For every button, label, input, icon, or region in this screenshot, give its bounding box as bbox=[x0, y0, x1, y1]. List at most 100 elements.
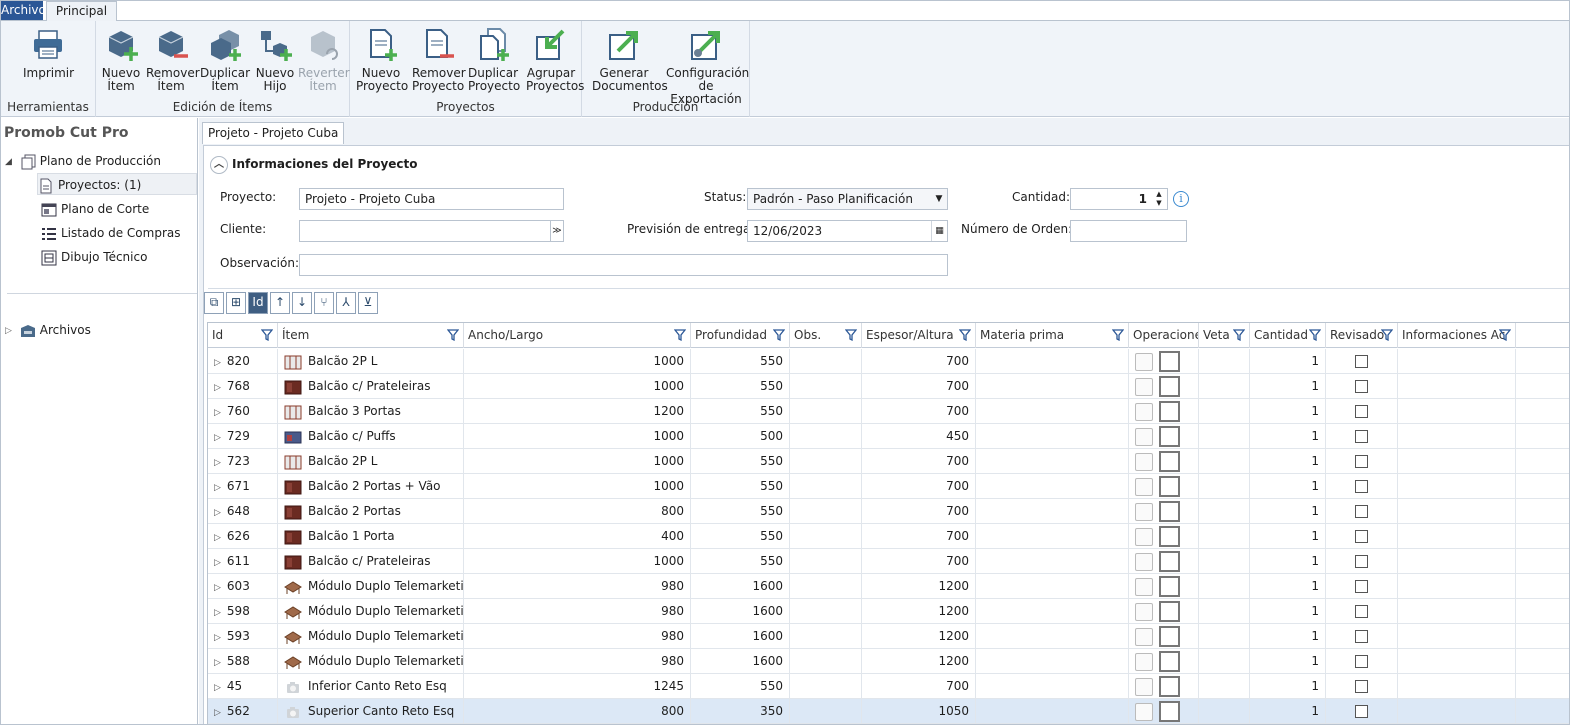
cell-obs[interactable] bbox=[790, 349, 862, 374]
cell-item-container[interactable]: Balcão 2 Portas + Vão bbox=[278, 474, 464, 499]
cell-ancho[interactable]: 800 bbox=[464, 499, 691, 524]
cell-operaciones[interactable] bbox=[1129, 599, 1199, 624]
cell-id-container[interactable]: ▷ 598 bbox=[208, 599, 278, 624]
cell-id-container[interactable]: ▷ 729 bbox=[208, 424, 278, 449]
cell-veta[interactable] bbox=[1199, 549, 1250, 574]
cell-ancho[interactable]: 980 bbox=[464, 574, 691, 599]
cell-revisado[interactable] bbox=[1326, 474, 1398, 499]
tree-node-archivos[interactable]: ▷ Archivos bbox=[5, 319, 91, 341]
filter-icon[interactable] bbox=[1309, 329, 1321, 341]
cell-informaciones[interactable] bbox=[1398, 699, 1516, 724]
expand-row-icon[interactable]: ▷ bbox=[214, 501, 221, 524]
cell-ancho[interactable]: 800 bbox=[464, 699, 691, 724]
cell-cantidad[interactable]: 1 bbox=[1250, 624, 1326, 649]
filter-icon[interactable] bbox=[773, 329, 785, 341]
cell-id-container[interactable]: ▷ 768 bbox=[208, 374, 278, 399]
cell-veta[interactable] bbox=[1199, 499, 1250, 524]
cell-revisado[interactable] bbox=[1326, 599, 1398, 624]
cell-veta[interactable] bbox=[1199, 674, 1250, 699]
cell-revisado[interactable] bbox=[1326, 524, 1398, 549]
cell-operaciones[interactable] bbox=[1129, 699, 1199, 724]
table-row[interactable]: ▷ 648 Balcão 2 Portas 800 550 700 1 bbox=[208, 499, 1569, 524]
cell-materia-prima[interactable] bbox=[976, 424, 1129, 449]
new-child-button[interactable]: Nuevo Hijo bbox=[250, 27, 300, 93]
cell-cantidad[interactable]: 1 bbox=[1250, 424, 1326, 449]
cell-ancho[interactable]: 980 bbox=[464, 649, 691, 674]
table-row[interactable]: ▷ 593 Módulo Duplo Telemarketing 980 1600 120… bbox=[208, 624, 1569, 649]
cell-id-container[interactable]: ▷ 588 bbox=[208, 649, 278, 674]
filter-icon[interactable] bbox=[447, 329, 459, 341]
cell-cantidad[interactable]: 1 bbox=[1250, 474, 1326, 499]
collapse-chevron-icon[interactable]: ︿ bbox=[210, 155, 228, 174]
revisado-checkbox[interactable] bbox=[1355, 655, 1368, 668]
file-tab[interactable]: Archivo bbox=[1, 1, 46, 20]
move-up-icon[interactable]: ↑ bbox=[270, 292, 290, 314]
cell-ancho[interactable]: 980 bbox=[464, 599, 691, 624]
cell-veta[interactable] bbox=[1199, 524, 1250, 549]
column-header[interactable]: Informaciones Ac bbox=[1398, 323, 1516, 348]
project-field[interactable]: Projeto - Projeto Cuba bbox=[299, 188, 564, 210]
revisado-checkbox[interactable] bbox=[1355, 630, 1368, 643]
cell-id-container[interactable]: ▷ 45 bbox=[208, 674, 278, 699]
cell-espesor[interactable]: 1200 bbox=[862, 574, 976, 599]
cell-id-container[interactable]: ▷ 611 bbox=[208, 549, 278, 574]
cell-revisado[interactable] bbox=[1326, 549, 1398, 574]
collapse-triangle-icon[interactable]: ◢ bbox=[5, 151, 12, 173]
cell-operaciones[interactable] bbox=[1129, 574, 1199, 599]
revisado-checkbox[interactable] bbox=[1355, 430, 1368, 443]
cell-obs[interactable] bbox=[790, 674, 862, 699]
cell-item-container[interactable]: Módulo Duplo Telemarketing bbox=[278, 574, 464, 599]
expand-row-icon[interactable]: ▷ bbox=[214, 351, 221, 374]
operations-box-icon[interactable] bbox=[1159, 651, 1180, 672]
info-icon[interactable]: i bbox=[1173, 191, 1189, 207]
expand-row-icon[interactable]: ▷ bbox=[214, 601, 221, 624]
client-field[interactable]: ≫ bbox=[299, 220, 564, 242]
cell-profundidad[interactable]: 550 bbox=[691, 524, 790, 549]
cell-informaciones[interactable] bbox=[1398, 424, 1516, 449]
cell-operaciones[interactable] bbox=[1129, 524, 1199, 549]
revisado-checkbox[interactable] bbox=[1355, 480, 1368, 493]
cell-espesor[interactable]: 700 bbox=[862, 349, 976, 374]
cell-ancho[interactable]: 980 bbox=[464, 624, 691, 649]
table-row[interactable]: ▷ 588 Módulo Duplo Telemarketing 980 1600 120… bbox=[208, 649, 1569, 674]
cell-operaciones[interactable] bbox=[1129, 549, 1199, 574]
principal-tab[interactable]: Principal bbox=[46, 1, 117, 22]
tree-node-proyectos[interactable]: Proyectos: (1) bbox=[37, 173, 197, 195]
cell-obs[interactable] bbox=[790, 424, 862, 449]
cell-espesor[interactable]: 1050 bbox=[862, 699, 976, 724]
cell-item-container[interactable]: Balcão c/ Puffs bbox=[278, 424, 464, 449]
filter-icon[interactable] bbox=[1112, 329, 1124, 341]
table-row[interactable]: ▷ 626 Balcão 1 Porta 400 550 700 1 bbox=[208, 524, 1569, 549]
cell-id-container[interactable]: ▷ 648 bbox=[208, 499, 278, 524]
expand-row-icon[interactable]: ▷ bbox=[214, 476, 221, 499]
cell-obs[interactable] bbox=[790, 399, 862, 424]
cell-ancho[interactable]: 1000 bbox=[464, 424, 691, 449]
cell-obs[interactable] bbox=[790, 524, 862, 549]
tree-node-plano-produccion[interactable]: ◢ Plano de Producción bbox=[5, 150, 161, 172]
operations-box-icon[interactable] bbox=[1159, 351, 1180, 372]
cell-materia-prima[interactable] bbox=[976, 549, 1129, 574]
cell-informaciones[interactable] bbox=[1398, 349, 1516, 374]
cell-cantidad[interactable]: 1 bbox=[1250, 499, 1326, 524]
cell-profundidad[interactable]: 550 bbox=[691, 674, 790, 699]
cell-item-container[interactable]: Inferior Canto Reto Esq bbox=[278, 674, 464, 699]
cell-informaciones[interactable] bbox=[1398, 649, 1516, 674]
cell-item-container[interactable]: Módulo Duplo Telemarketing bbox=[278, 599, 464, 624]
cell-operaciones[interactable] bbox=[1129, 374, 1199, 399]
cell-espesor[interactable]: 700 bbox=[862, 549, 976, 574]
cell-revisado[interactable] bbox=[1326, 624, 1398, 649]
revisado-checkbox[interactable] bbox=[1355, 355, 1368, 368]
column-header[interactable]: Veta bbox=[1199, 323, 1250, 348]
cell-informaciones[interactable] bbox=[1398, 549, 1516, 574]
table-row[interactable]: ▷ 611 Balcão c/ Prateleiras 1000 550 700 1 bbox=[208, 549, 1569, 574]
cell-operaciones[interactable] bbox=[1129, 474, 1199, 499]
cell-operaciones[interactable] bbox=[1129, 399, 1199, 424]
order-number-field[interactable] bbox=[1070, 220, 1187, 242]
operations-box-icon[interactable] bbox=[1159, 426, 1180, 447]
cell-revisado[interactable] bbox=[1326, 349, 1398, 374]
operations-box-icon[interactable] bbox=[1159, 576, 1180, 597]
cell-obs[interactable] bbox=[790, 449, 862, 474]
expand-row-icon[interactable]: ▷ bbox=[214, 651, 221, 674]
add-row-icon[interactable]: ⊞ bbox=[226, 292, 246, 314]
cell-obs[interactable] bbox=[790, 474, 862, 499]
